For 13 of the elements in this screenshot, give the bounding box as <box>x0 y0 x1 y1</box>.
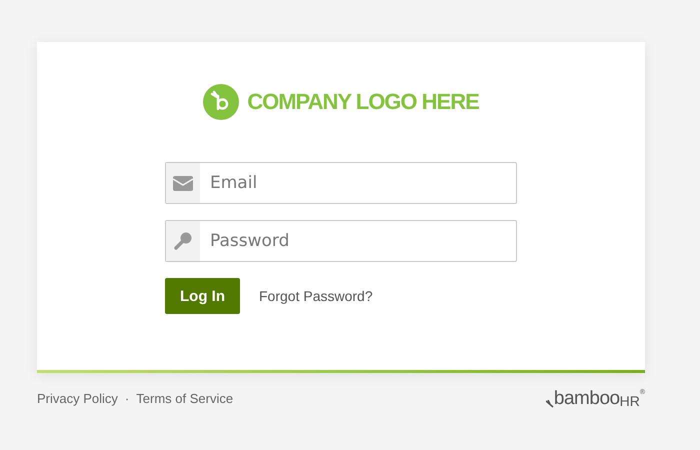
email-field[interactable]: Email <box>165 162 517 204</box>
login-button[interactable]: Log In <box>165 278 240 314</box>
logo-text: COMPANY LOGO HERE <box>247 88 479 116</box>
envelope-icon <box>166 163 200 203</box>
separator-dot: · <box>124 391 130 406</box>
password-field[interactable]: Password <box>165 220 517 262</box>
brand-name: bamboo <box>554 389 620 408</box>
logo-icon <box>203 84 240 120</box>
forgot-password-link[interactable]: Forgot Password? <box>259 288 373 304</box>
key-icon <box>166 221 200 261</box>
footer-link[interactable]: Terms of Service <box>136 391 234 406</box>
brand-suffix: HR <box>620 394 640 408</box>
footer-link[interactable]: Privacy Policy <box>37 391 118 406</box>
